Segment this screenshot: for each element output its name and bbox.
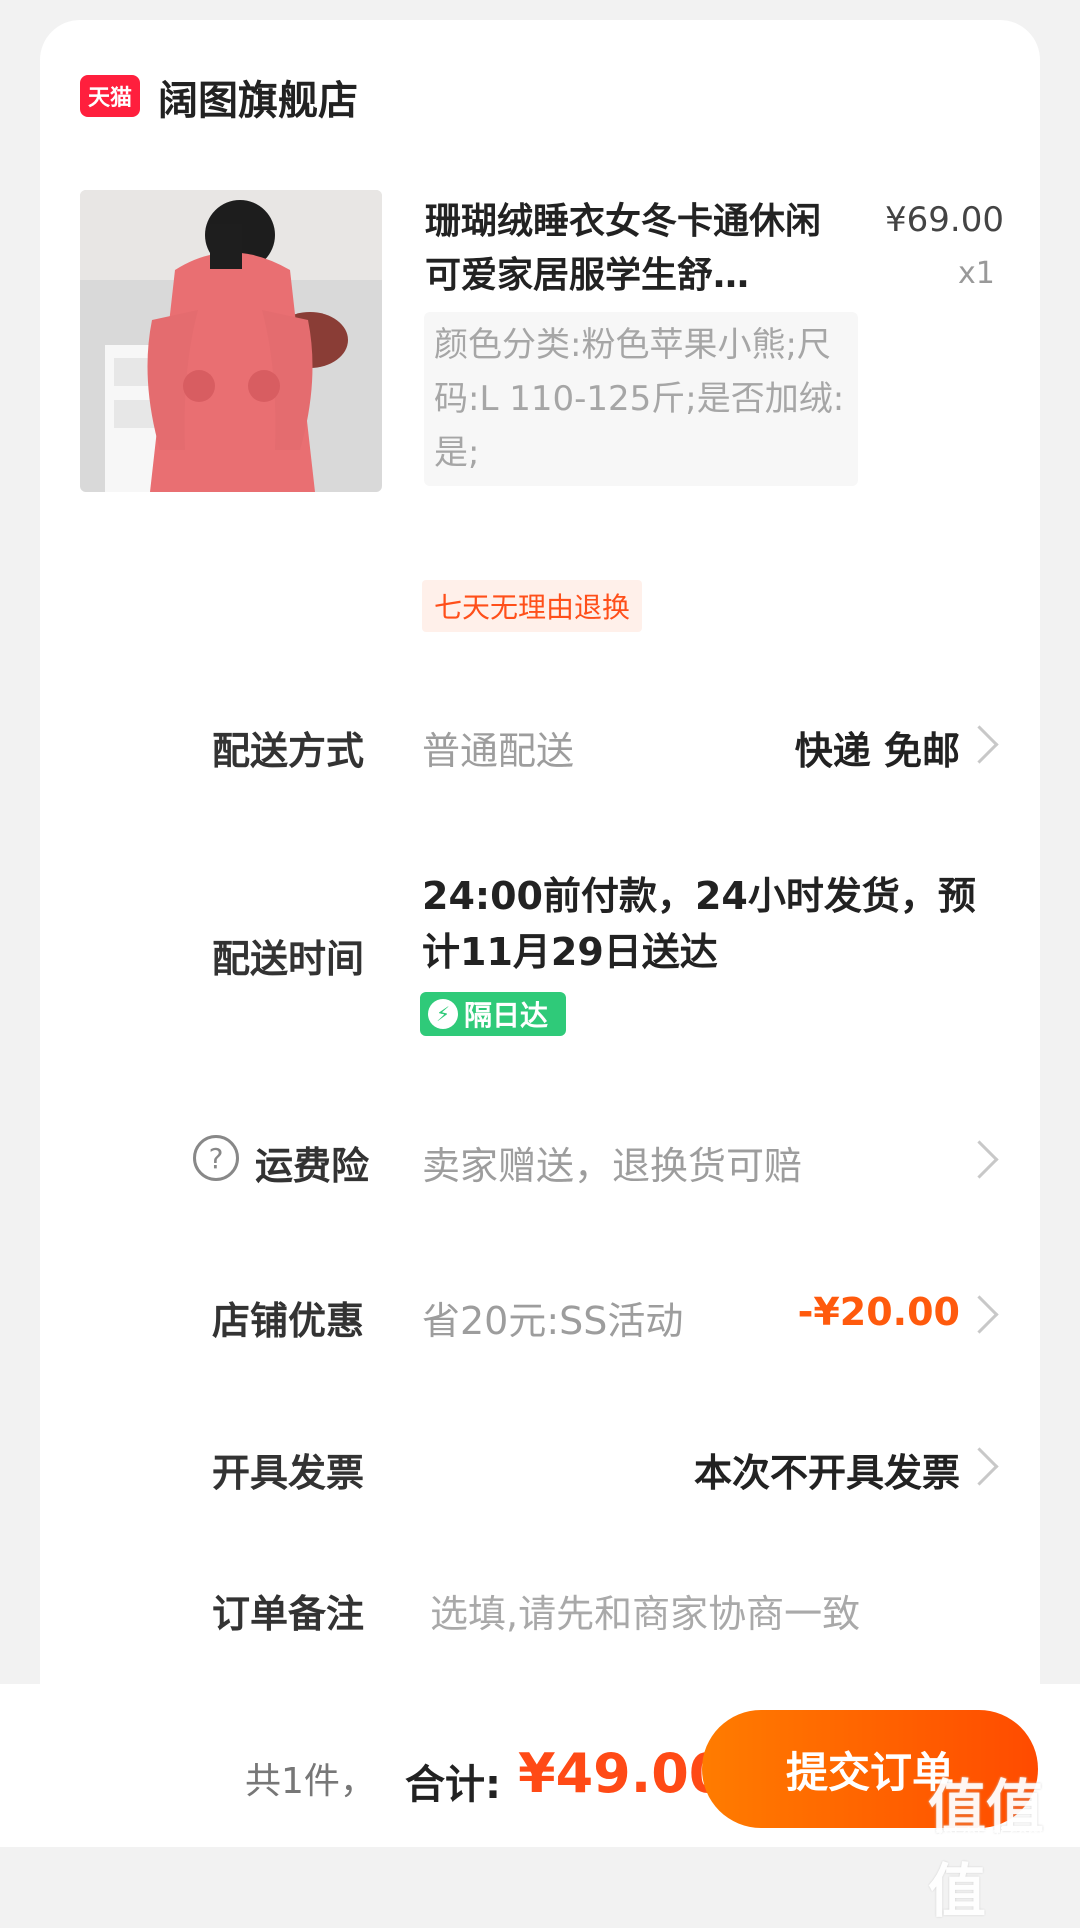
lightning-icon: ⚡ <box>428 999 458 1029</box>
watermark: 值值值 <box>928 1773 1045 1925</box>
return-policy-badge: 七天无理由退换 <box>422 580 643 632</box>
order-remark-input[interactable]: 选填,请先和商家协商一致 <box>430 1583 860 1638</box>
invoice-value[interactable]: 本次不开具发票 <box>694 1442 960 1497</box>
shop-discount-amount[interactable]: -¥20.00 <box>798 1290 960 1334</box>
shipping-insurance-label: 运费险 <box>255 1144 370 1188</box>
item-count: 共1件， <box>245 1761 376 1802</box>
next-day-badge-text: 隔日达 <box>464 999 549 1032</box>
delivery-method-value: 普通配送 <box>422 729 575 773</box>
delivery-time-label: 配送时间 <box>212 937 365 981</box>
product-title[interactable]: 珊瑚绒睡衣女冬卡通休闲可爱家居服学生舒… <box>425 195 835 303</box>
product-price: ¥69.00 <box>885 200 1004 240</box>
shop-discount-label: 店铺优惠 <box>212 1299 365 1343</box>
total-label: 合计: <box>405 1762 501 1808</box>
delivery-method-option[interactable]: 快递 免邮 <box>795 720 960 775</box>
delivery-time-value: 24:00前付款，24小时发货，预计11月29日送达 <box>422 874 976 974</box>
product-spec[interactable]: 颜色分类:粉色苹果小熊;尺码:L 110-125斤;是否加绒:是; <box>424 312 858 486</box>
total-price: ¥49.00 <box>518 1742 727 1805</box>
shop-discount-value: 省20元:SS活动 <box>422 1299 684 1343</box>
order-remark-label: 订单备注 <box>212 1592 365 1636</box>
shipping-insurance-value: 卖家赠送，退换货可赔 <box>422 1144 803 1188</box>
invoice-label: 开具发票 <box>212 1451 365 1495</box>
product-image[interactable] <box>80 190 382 492</box>
next-day-badge: ⚡ 隔日达 <box>420 992 566 1036</box>
question-icon[interactable]: ? <box>193 1135 239 1181</box>
product-quantity: x1 <box>958 256 995 291</box>
shop-name[interactable]: 阔图旗舰店 <box>158 68 358 126</box>
delivery-method-label: 配送方式 <box>212 729 365 773</box>
tmall-logo-icon: 天猫 <box>80 75 140 117</box>
watermark-url: zhizhizhi.com <box>935 1824 1044 1843</box>
